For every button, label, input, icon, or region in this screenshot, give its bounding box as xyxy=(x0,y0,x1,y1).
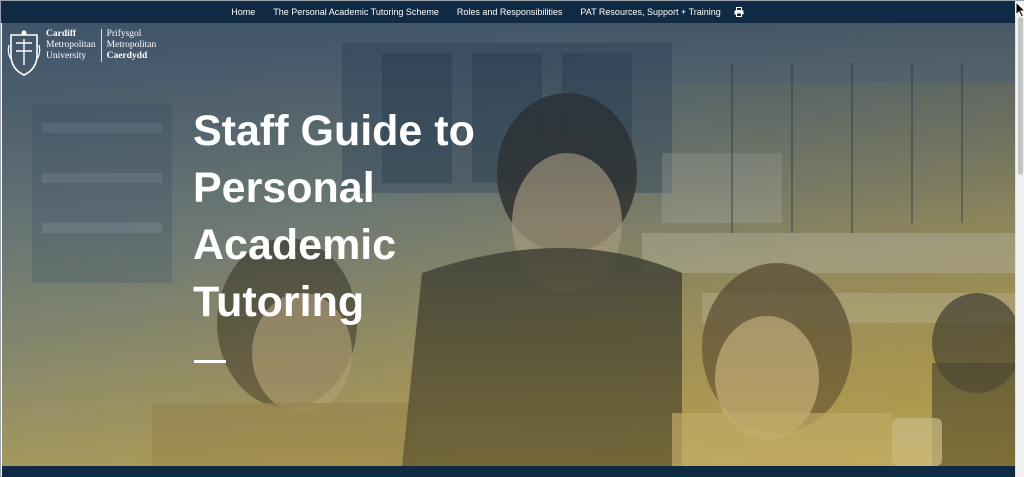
logo-en-line2: Metropolitan xyxy=(46,40,96,50)
print-icon[interactable] xyxy=(734,7,744,17)
browser-frame: Home The Personal Academic Tutoring Sche… xyxy=(0,0,1024,477)
logo-cy-line3: Caerdydd xyxy=(106,51,148,61)
vertical-scrollbar[interactable] xyxy=(1015,1,1024,477)
bottom-bar xyxy=(2,466,1015,477)
university-logo[interactable]: Cardiff Metropolitan University Prifysgo… xyxy=(7,29,156,77)
nav-tutoring-scheme-link[interactable]: The Personal Academic Tutoring Scheme xyxy=(273,7,439,17)
university-crest-icon xyxy=(7,30,41,76)
logo-cy-line1: Prifysgol xyxy=(106,29,142,39)
logo-cy-line2: Metropolitan xyxy=(106,40,157,50)
logo-welsh-name: Prifysgol Metropolitan Caerdydd xyxy=(107,29,157,62)
nav-resources-link[interactable]: PAT Resources, Support + Training xyxy=(580,7,720,17)
nav-home-link[interactable]: Home xyxy=(231,7,255,17)
nav-roles-link[interactable]: Roles and Responsibilities xyxy=(457,7,563,17)
logo-en-line1: Cardiff xyxy=(46,29,77,39)
title-line-1: Staff Guide to xyxy=(193,107,475,155)
title-line-3: Academic xyxy=(193,221,397,269)
print-icon-graphic xyxy=(734,7,744,17)
title-line-2: Personal xyxy=(193,164,375,212)
scrollbar-thumb[interactable] xyxy=(1018,17,1023,175)
title-line-4: Tutoring xyxy=(193,278,365,326)
logo-en-line3: University xyxy=(46,51,87,61)
logo-english-name: Cardiff Metropolitan University xyxy=(46,29,102,62)
top-navigation: Home The Personal Academic Tutoring Sche… xyxy=(1,1,1015,23)
mouse-cursor-icon xyxy=(1015,1,1024,18)
title-underline-divider xyxy=(194,360,226,363)
page-title: Staff Guide to Personal Academic Tutorin… xyxy=(193,103,533,331)
